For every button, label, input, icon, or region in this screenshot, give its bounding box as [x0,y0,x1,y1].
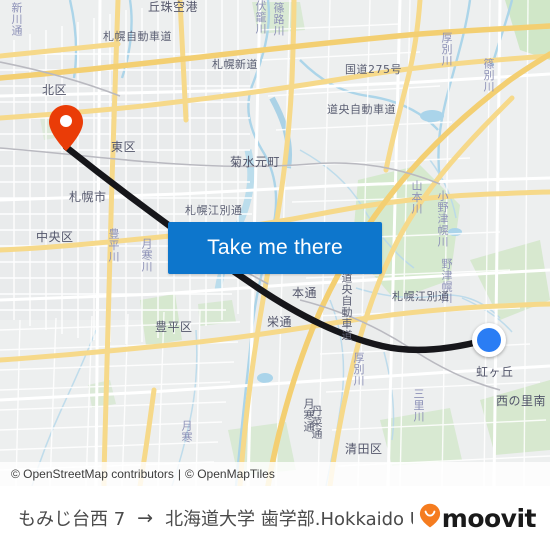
arrow-right-icon: → [137,507,154,529]
trip-footer-bar: もみじ台西 7 ... → 北海道大学 歯学部.Hokkaido Univ...… [0,486,550,550]
attribution-osm-link[interactable]: © OpenStreetMap contributors [11,467,174,481]
trip-origin-label: もみじ台西 7 ... [18,509,126,530]
attribution-separator: | [177,467,182,481]
take-me-there-button[interactable]: Take me there [168,222,382,274]
destination-pin-icon[interactable] [48,104,84,152]
trip-destination-label: 北海道大学 歯学部.Hokkaido Univ... [165,509,413,530]
origin-dot-inner [477,328,501,352]
origin-location-dot[interactable] [472,323,506,357]
map-attribution: © OpenStreetMap contributors | © OpenMap… [0,462,550,486]
moovit-map-widget: 新川通 丘珠空港 篠路川 伏籠川 厚別川 篠別川 札幌自動車道 札幌新道 国道275号 北区 道央自… [0,0,550,550]
attribution-openmaptiles-link[interactable]: © OpenMapTiles [185,467,275,481]
trip-summary[interactable]: もみじ台西 7 ... → 北海道大学 歯学部.Hokkaido Univ... [18,505,413,531]
moovit-wordmark: moovit [441,503,537,533]
moovit-pin-icon [419,503,441,533]
moovit-logo[interactable]: moovit [419,503,537,533]
map-canvas[interactable]: 新川通 丘珠空港 篠路川 伏籠川 厚別川 篠別川 札幌自動車道 札幌新道 国道275号 北区 道央自… [0,0,550,486]
